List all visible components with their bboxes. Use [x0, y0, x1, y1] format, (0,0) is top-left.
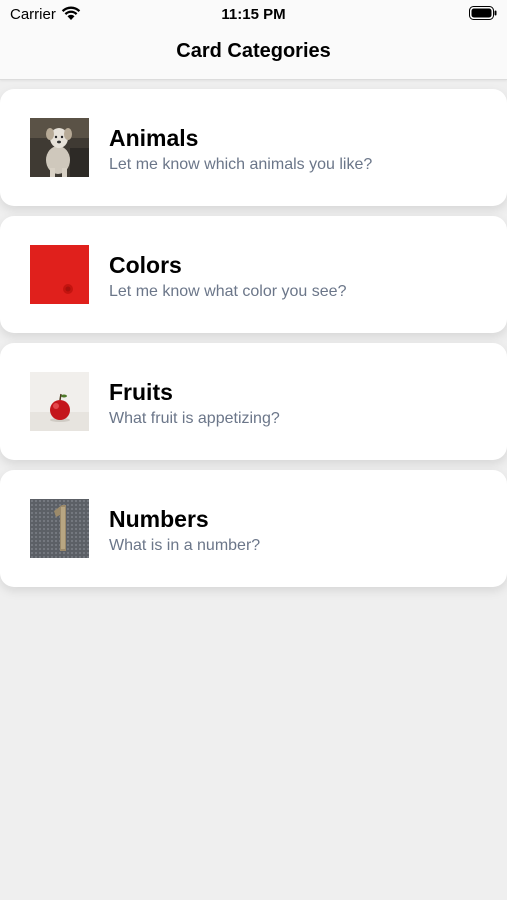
number-one-photo [30, 499, 89, 558]
red-photo [30, 245, 89, 304]
card-subtitle: What is in a number? [109, 537, 261, 554]
card-subtitle: Let me know what color you see? [109, 283, 347, 300]
clock: 11:15 PM [221, 6, 286, 23]
battery-icon [469, 6, 497, 20]
apple-photo [30, 372, 89, 431]
card-title: Fruits [109, 379, 173, 405]
card-subtitle: What fruit is appetizing? [109, 410, 280, 427]
category-card-colors[interactable]: Colors Let me know what color you see? [0, 216, 507, 333]
navigation-bar: Carrier 11:15 PM Card Categories [0, 0, 507, 80]
card-title: Colors [109, 252, 182, 278]
card-title: Numbers [109, 506, 209, 532]
category-card-fruits[interactable]: Fruits What fruit is appetizing? [0, 343, 507, 460]
card-subtitle: Let me know which animals you like? [109, 156, 373, 173]
dog-photo [30, 118, 89, 177]
card-title: Animals [109, 125, 199, 151]
category-card-numbers[interactable]: Numbers What is in a number? [0, 470, 507, 587]
category-card-animals[interactable]: Animals Let me know which animals you li… [0, 89, 507, 206]
status-bar: Carrier 11:15 PM [0, 0, 507, 28]
page-title: Card Categories [176, 40, 331, 62]
